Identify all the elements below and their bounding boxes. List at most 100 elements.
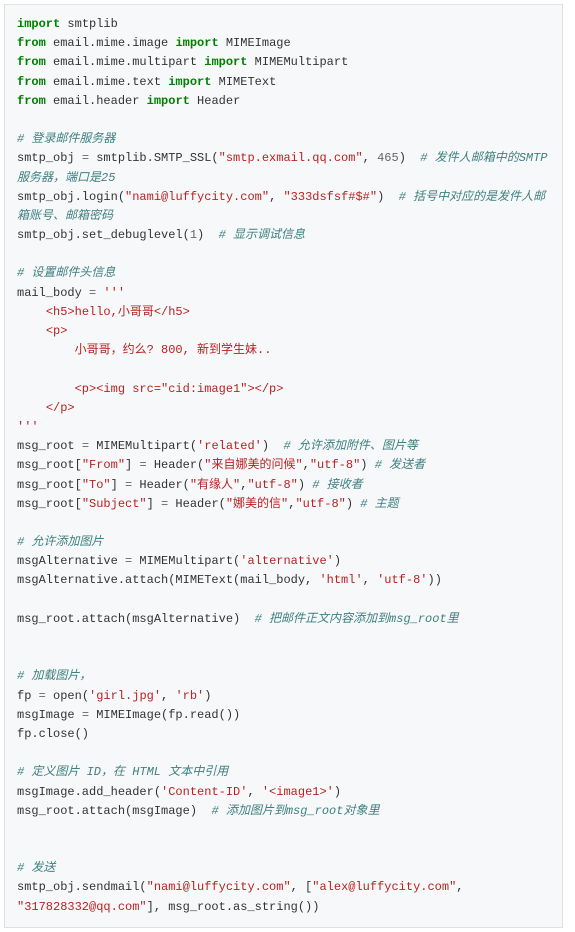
code-text: , [ <box>291 880 313 894</box>
comment: # 允许添加图片 <box>17 535 103 549</box>
string: "nami@luffycity.com" <box>125 190 269 204</box>
code-text: MIMEMultipart( <box>132 554 240 568</box>
string: "utf-8" <box>310 458 360 472</box>
code-text: , <box>456 880 470 894</box>
code-text: msgAlternative.attach(MIMEText(mail_body… <box>17 573 319 587</box>
code-text: MIMEText <box>211 75 276 89</box>
string: 'Content-ID' <box>161 785 247 799</box>
string: "smtp.exmail.qq.com" <box>219 151 363 165</box>
op: = <box>82 708 89 722</box>
comment: # 接收者 <box>312 478 362 492</box>
comment: # 发送 <box>17 861 55 875</box>
code-text: , <box>303 458 310 472</box>
comment: # 发送者 <box>375 458 425 472</box>
code-text: MIMEMultipart( <box>89 439 197 453</box>
comment: # 允许添加附件、图片等 <box>283 439 417 453</box>
comment: # 加载图片， <box>17 669 91 683</box>
string: "nami@luffycity.com" <box>147 880 291 894</box>
code-text: smtp_obj <box>17 151 82 165</box>
kw-import: import <box>175 36 218 50</box>
code-text: , <box>363 151 377 165</box>
code-text: fp.close() <box>17 727 89 741</box>
comment: # 显示调试信息 <box>219 228 305 242</box>
code-text: ] <box>125 458 139 472</box>
code-text: smtplib <box>60 17 118 31</box>
code-text: MIMEImage <box>219 36 291 50</box>
code-text: Header( <box>168 497 226 511</box>
code-text: msgAlternative <box>17 554 125 568</box>
string: "To" <box>82 478 111 492</box>
code-text: smtp_obj.set_debuglevel( <box>17 228 190 242</box>
string: "utf-8" <box>247 478 297 492</box>
code-text: smtplib.SMTP_SSL( <box>89 151 219 165</box>
kw-import: import <box>17 17 60 31</box>
string: 'girl.jpg' <box>89 689 161 703</box>
string: "333dsfsf#$#" <box>283 190 377 204</box>
comment: # 主题 <box>360 497 398 511</box>
comment: # 设置邮件头信息 <box>17 266 115 280</box>
string: 'utf-8' <box>377 573 427 587</box>
code-text: msgImage <box>17 708 82 722</box>
string: "From" <box>82 458 125 472</box>
code-text: email.header <box>46 94 147 108</box>
string: "alex@luffycity.com" <box>312 880 456 894</box>
string: <p><img src="cid:image1"></p> <box>17 382 283 396</box>
code-text: email.mime.image <box>46 36 176 50</box>
kw-from: from <box>17 55 46 69</box>
string: '<image1>' <box>262 785 334 799</box>
number: 1 <box>190 228 197 242</box>
code-text: , <box>247 785 261 799</box>
code-text: ] <box>111 478 125 492</box>
code-text: ) <box>298 478 312 492</box>
kw-from: from <box>17 75 46 89</box>
kw-import: import <box>168 75 211 89</box>
string: 小哥哥，约么? 800, 新到学生妹.. <box>17 343 271 357</box>
code-text: open( <box>46 689 89 703</box>
code-text: ) <box>334 554 341 568</box>
code-text: msg_root[ <box>17 497 82 511</box>
string: "utf-8" <box>295 497 345 511</box>
kw-from: from <box>17 36 46 50</box>
string: "Subject" <box>82 497 147 511</box>
string: ''' <box>103 286 125 300</box>
string: </p> <box>17 401 75 415</box>
code-text: msg_root[ <box>17 478 82 492</box>
code-text: ) <box>197 228 219 242</box>
string: 'rb' <box>175 689 204 703</box>
kw-import: import <box>147 94 190 108</box>
code-text: MIMEImage(fp.read()) <box>89 708 240 722</box>
code-text: msg_root <box>17 439 82 453</box>
code-text: Header( <box>132 478 190 492</box>
code-text: , <box>269 190 283 204</box>
code-text: msgImage.add_header( <box>17 785 161 799</box>
op: = <box>82 151 89 165</box>
code-text: )) <box>428 573 442 587</box>
code-text: , <box>161 689 175 703</box>
string: <p> <box>17 324 67 338</box>
code-block: import smtplib from email.mime.image imp… <box>4 4 563 928</box>
code-text: ) <box>346 497 360 511</box>
comment: # 添加图片到msg_root对象里 <box>211 804 379 818</box>
op: = <box>39 689 46 703</box>
code-text: ] <box>147 497 161 511</box>
code-text: smtp_obj.sendmail( <box>17 880 147 894</box>
comment: # 登录邮件服务器 <box>17 132 115 146</box>
kw-import: import <box>204 55 247 69</box>
code-text: smtp_obj.login( <box>17 190 125 204</box>
code-text: email.mime.multipart <box>46 55 204 69</box>
code-text: ) <box>360 458 374 472</box>
string: 'html' <box>319 573 362 587</box>
code-text: ) <box>334 785 341 799</box>
code-text: mail_body <box>17 286 89 300</box>
kw-from: from <box>17 94 46 108</box>
code-text: Header <box>190 94 240 108</box>
code-text: email.mime.text <box>46 75 168 89</box>
code-text: ) <box>377 190 399 204</box>
code-text: MIMEMultipart <box>247 55 348 69</box>
number: 465 <box>377 151 399 165</box>
string: "来自娜美的问候" <box>204 458 302 472</box>
code-text: msg_root[ <box>17 458 82 472</box>
code-text: ) <box>399 151 421 165</box>
code-text: ) <box>262 439 284 453</box>
op: = <box>82 439 89 453</box>
